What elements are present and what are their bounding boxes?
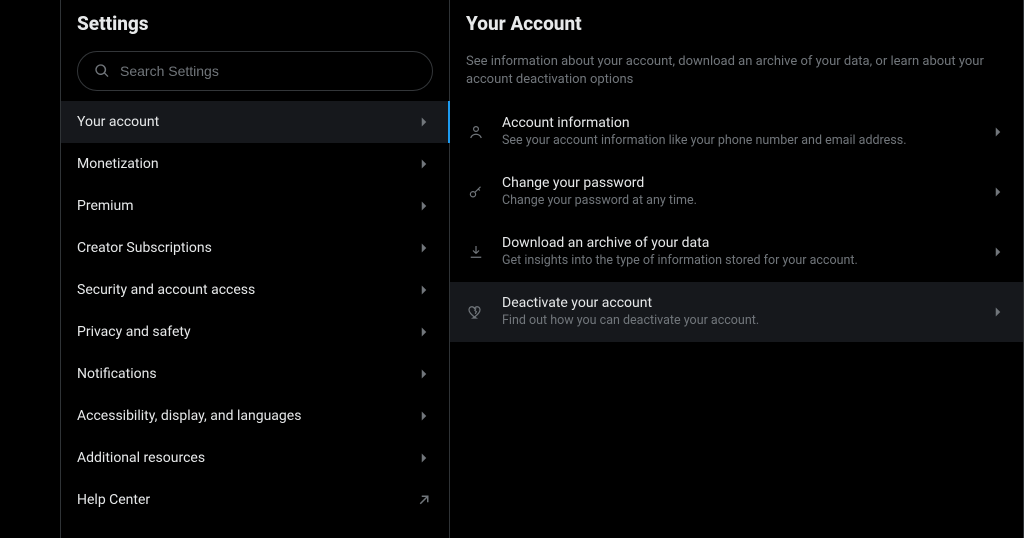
chevron-right-icon bbox=[415, 323, 433, 341]
download-icon bbox=[466, 243, 486, 261]
nav-item-notifications[interactable]: Notifications bbox=[61, 353, 449, 395]
chevron-right-icon bbox=[415, 113, 433, 131]
chevron-right-icon bbox=[415, 155, 433, 173]
nav-label: Privacy and safety bbox=[77, 324, 191, 340]
chevron-right-icon bbox=[415, 239, 433, 257]
detail-title: Your Account bbox=[466, 12, 1007, 35]
nav-label: Premium bbox=[77, 198, 134, 214]
detail-panel: Your Account See information about your … bbox=[450, 0, 1024, 538]
chevron-right-icon bbox=[989, 123, 1007, 141]
nav-item-monetization[interactable]: Monetization bbox=[61, 143, 449, 185]
detail-item-title: Change your password bbox=[502, 174, 973, 192]
nav-label: Security and account access bbox=[77, 282, 255, 298]
nav-item-your-account[interactable]: Your account bbox=[61, 101, 449, 143]
nav-label: Help Center bbox=[77, 492, 150, 508]
person-icon bbox=[466, 123, 486, 141]
nav-label: Additional resources bbox=[77, 450, 205, 466]
detail-item-account-information[interactable]: Account information See your account inf… bbox=[450, 102, 1023, 162]
detail-item-subtitle: Change your password at any time. bbox=[502, 193, 973, 210]
chevron-right-icon bbox=[415, 281, 433, 299]
detail-item-download-archive[interactable]: Download an archive of your data Get ins… bbox=[450, 222, 1023, 282]
detail-item-subtitle: Find out how you can deactivate your acc… bbox=[502, 313, 973, 330]
external-link-icon bbox=[415, 491, 433, 509]
search-box[interactable] bbox=[77, 51, 433, 91]
nav-item-creator-subscriptions[interactable]: Creator Subscriptions bbox=[61, 227, 449, 269]
nav-item-privacy-and-safety[interactable]: Privacy and safety bbox=[61, 311, 449, 353]
chevron-right-icon bbox=[415, 365, 433, 383]
detail-item-title: Account information bbox=[502, 114, 973, 132]
nav-label: Monetization bbox=[77, 156, 159, 172]
search-wrap bbox=[61, 45, 449, 101]
nav-item-help-center[interactable]: Help Center bbox=[61, 479, 449, 521]
nav-label: Accessibility, display, and languages bbox=[77, 408, 301, 424]
chevron-right-icon bbox=[415, 197, 433, 215]
chevron-right-icon bbox=[989, 303, 1007, 321]
key-icon bbox=[466, 183, 486, 201]
detail-text: Deactivate your account Find out how you… bbox=[502, 294, 973, 330]
detail-text: Account information See your account inf… bbox=[502, 114, 973, 150]
detail-header: Your Account bbox=[450, 0, 1023, 43]
settings-panel: Settings Your account Monetization Premi… bbox=[60, 0, 450, 538]
nav-item-additional-resources[interactable]: Additional resources bbox=[61, 437, 449, 479]
search-input[interactable] bbox=[120, 63, 416, 79]
detail-item-subtitle: Get insights into the type of informatio… bbox=[502, 253, 973, 270]
detail-item-title: Deactivate your account bbox=[502, 294, 973, 312]
settings-title: Settings bbox=[77, 12, 433, 35]
chevron-right-icon bbox=[415, 449, 433, 467]
nav-label: Notifications bbox=[77, 366, 157, 382]
chevron-right-icon bbox=[415, 407, 433, 425]
left-gutter bbox=[0, 0, 60, 538]
detail-text: Download an archive of your data Get ins… bbox=[502, 234, 973, 270]
nav-label: Creator Subscriptions bbox=[77, 240, 212, 256]
chevron-right-icon bbox=[989, 243, 1007, 261]
nav-item-security-and-account-access[interactable]: Security and account access bbox=[61, 269, 449, 311]
detail-item-change-password[interactable]: Change your password Change your passwor… bbox=[450, 162, 1023, 222]
detail-item-subtitle: See your account information like your p… bbox=[502, 133, 973, 150]
search-icon bbox=[94, 63, 110, 79]
detail-text: Change your password Change your passwor… bbox=[502, 174, 973, 210]
nav-item-accessibility-display-languages[interactable]: Accessibility, display, and languages bbox=[61, 395, 449, 437]
detail-item-deactivate-account[interactable]: Deactivate your account Find out how you… bbox=[450, 282, 1023, 342]
nav-label: Your account bbox=[77, 114, 159, 130]
chevron-right-icon bbox=[989, 183, 1007, 201]
detail-item-title: Download an archive of your data bbox=[502, 234, 973, 252]
settings-header: Settings bbox=[61, 0, 449, 45]
heart-broken-icon bbox=[466, 303, 486, 321]
detail-description: See information about your account, down… bbox=[450, 43, 1023, 102]
nav-item-premium[interactable]: Premium bbox=[61, 185, 449, 227]
